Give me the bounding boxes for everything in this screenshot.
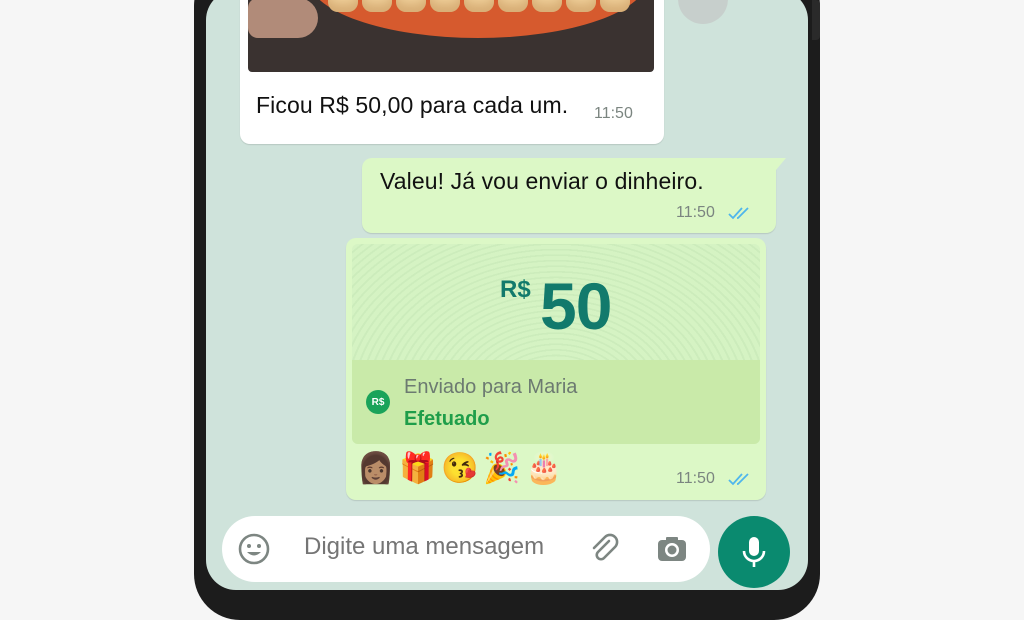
payment-message-time: 11:50: [676, 470, 715, 487]
smiley-icon[interactable]: [236, 531, 272, 567]
payment-card[interactable]: R$ 50 R$ Enviado para Maria Efetuado: [352, 244, 760, 444]
kiss-emoji: 😘: [441, 451, 479, 485]
chat-area[interactable]: Ficou R$ 50,00 para cada um. 11:50 Valeu…: [206, 0, 808, 590]
payment-details-panel: R$ Enviado para Maria Efetuado: [352, 360, 760, 444]
party-popper-emoji: 🎉: [483, 451, 521, 485]
woman-emoji: 👩🏽: [357, 451, 395, 485]
payment-amount: 50: [540, 269, 612, 343]
payment-recipient-text: Enviado para Maria: [404, 376, 578, 398]
outgoing-message-text: Valeu! Já vou enviar o dinheiro.: [380, 168, 704, 194]
payment-status-text: Efetuado: [404, 408, 490, 430]
photo-tray: [308, 0, 648, 38]
double-check-icon: [728, 473, 749, 486]
incoming-message-text: Ficou R$ 50,00 para cada um.: [256, 92, 569, 118]
phone-side-button: [812, 0, 820, 40]
payment-emoji-row: 👩🏽 🎁 😘 🎉 🎂: [357, 450, 563, 486]
shared-photo[interactable]: [248, 0, 654, 72]
outgoing-message-time: 11:50: [676, 204, 715, 221]
message-input[interactable]: [304, 533, 604, 561]
scroll-button[interactable]: [678, 0, 728, 24]
paperclip-icon[interactable]: [586, 531, 622, 567]
incoming-message-bubble[interactable]: Ficou R$ 50,00 para cada um. 11:50: [240, 0, 664, 144]
payment-message-bubble[interactable]: R$ 50 R$ Enviado para Maria Efetuado 👩🏽 …: [346, 238, 766, 500]
microphone-icon: [742, 537, 766, 567]
chat-screen: Ficou R$ 50,00 para cada um. 11:50 Valeu…: [206, 0, 808, 590]
photo-hand: [248, 0, 318, 38]
message-composer: [222, 516, 710, 582]
incoming-message-time: 11:50: [594, 105, 633, 122]
camera-icon[interactable]: [654, 531, 690, 567]
payment-currency-badge-icon: R$: [366, 390, 390, 414]
payment-currency: R$: [500, 276, 531, 303]
double-check-icon: [728, 207, 749, 220]
microphone-button[interactable]: [718, 516, 790, 588]
outgoing-message-bubble[interactable]: Valeu! Já vou enviar o dinheiro. 11:50: [362, 158, 786, 233]
gift-emoji: 🎁: [399, 451, 437, 485]
birthday-cake-emoji: 🎂: [525, 451, 563, 485]
payment-amount-panel: R$ 50: [352, 244, 760, 360]
